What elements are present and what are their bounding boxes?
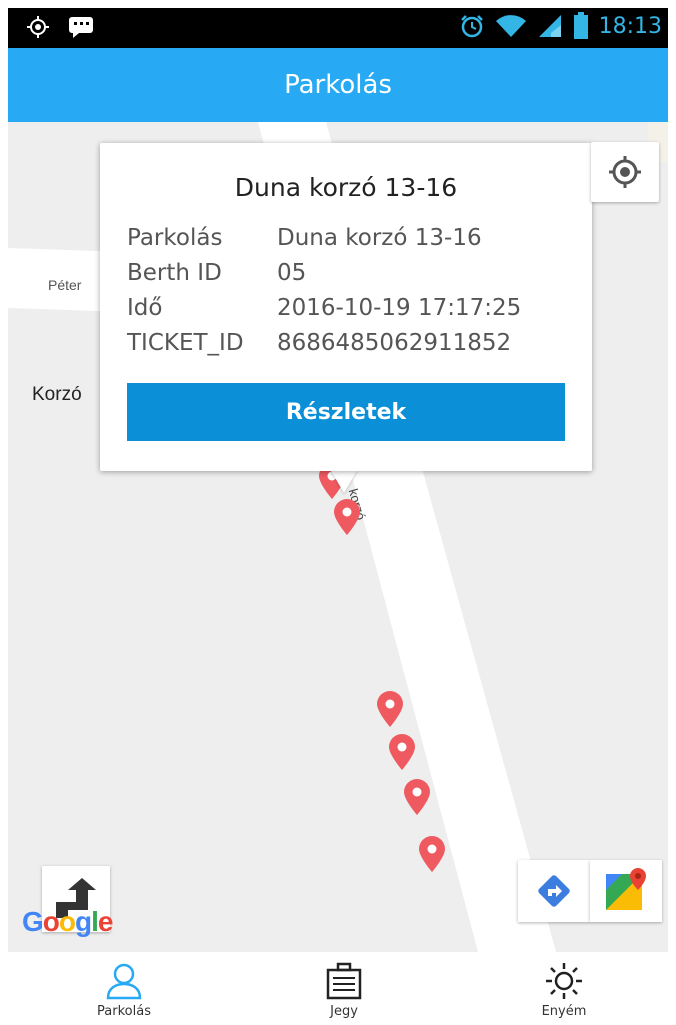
- alarm-icon: [460, 15, 483, 38]
- info-key: Parkolás: [127, 225, 223, 251]
- ticket-icon: [326, 962, 362, 1000]
- my-location-button[interactable]: [591, 142, 659, 202]
- google-maps-icon: [606, 868, 646, 910]
- info-value: Duna korzó 13-16: [277, 225, 482, 251]
- popup-title: Duna korzó 13-16: [234, 173, 458, 202]
- parking-pin[interactable]: [375, 690, 405, 728]
- info-row-parking: Parkolás Duna korzó 13-16: [127, 225, 482, 251]
- nav-tab-parking[interactable]: Parkolás: [44, 952, 204, 1025]
- status-time: 18:13: [598, 13, 662, 39]
- info-value: 05: [277, 260, 307, 286]
- status-bar: 18:13: [8, 8, 668, 48]
- info-value: 2016-10-19 17:17:25: [277, 295, 522, 321]
- street-label-peter: Péter: [48, 277, 82, 293]
- signal-icon: [538, 15, 561, 37]
- info-row-ticket-id: TICKET_ID 8686485062911852: [127, 330, 511, 356]
- parking-pin[interactable]: [402, 778, 432, 816]
- app-bar-title: Parkolás: [8, 48, 668, 122]
- info-value: 8686485062911852: [277, 330, 512, 356]
- battery-icon: [573, 12, 588, 39]
- directions-icon: [538, 875, 570, 907]
- nav-label: Enyém: [541, 1004, 587, 1019]
- details-button[interactable]: Részletek: [127, 383, 565, 441]
- message-icon: [69, 17, 93, 38]
- info-key: Idő: [127, 295, 163, 321]
- directions-button[interactable]: [518, 860, 590, 922]
- parking-pin[interactable]: [417, 835, 447, 873]
- my-location-icon: [609, 156, 641, 188]
- popup-pointer: [330, 469, 358, 493]
- info-row-berth-id: Berth ID 05: [127, 260, 306, 286]
- location-icon: [27, 16, 49, 38]
- street-label-korzo: Korzó: [32, 384, 82, 405]
- bottom-navigation: Parkolás Jegy Enyém: [8, 952, 668, 1025]
- nav-tab-ticket[interactable]: Jegy: [264, 952, 424, 1025]
- person-icon: [106, 963, 142, 1000]
- google-logo: Google: [22, 906, 113, 937]
- info-key: Berth ID: [127, 260, 222, 286]
- wifi-icon: [495, 15, 526, 38]
- parking-info-popup: Duna korzó 13-16 Parkolás Duna korzó 13-1…: [100, 143, 592, 471]
- nav-label: Parkolás: [97, 1004, 151, 1019]
- nav-label: Jegy: [330, 1004, 358, 1019]
- nav-tab-mine[interactable]: Enyém: [484, 952, 644, 1025]
- info-row-time: Idő 2016-10-19 17:17:25: [127, 295, 521, 321]
- parking-pin[interactable]: [332, 498, 362, 536]
- google-maps-button[interactable]: [590, 860, 662, 922]
- sun-icon: [546, 963, 582, 999]
- parking-pin[interactable]: [387, 733, 417, 771]
- info-key: TICKET_ID: [127, 330, 244, 356]
